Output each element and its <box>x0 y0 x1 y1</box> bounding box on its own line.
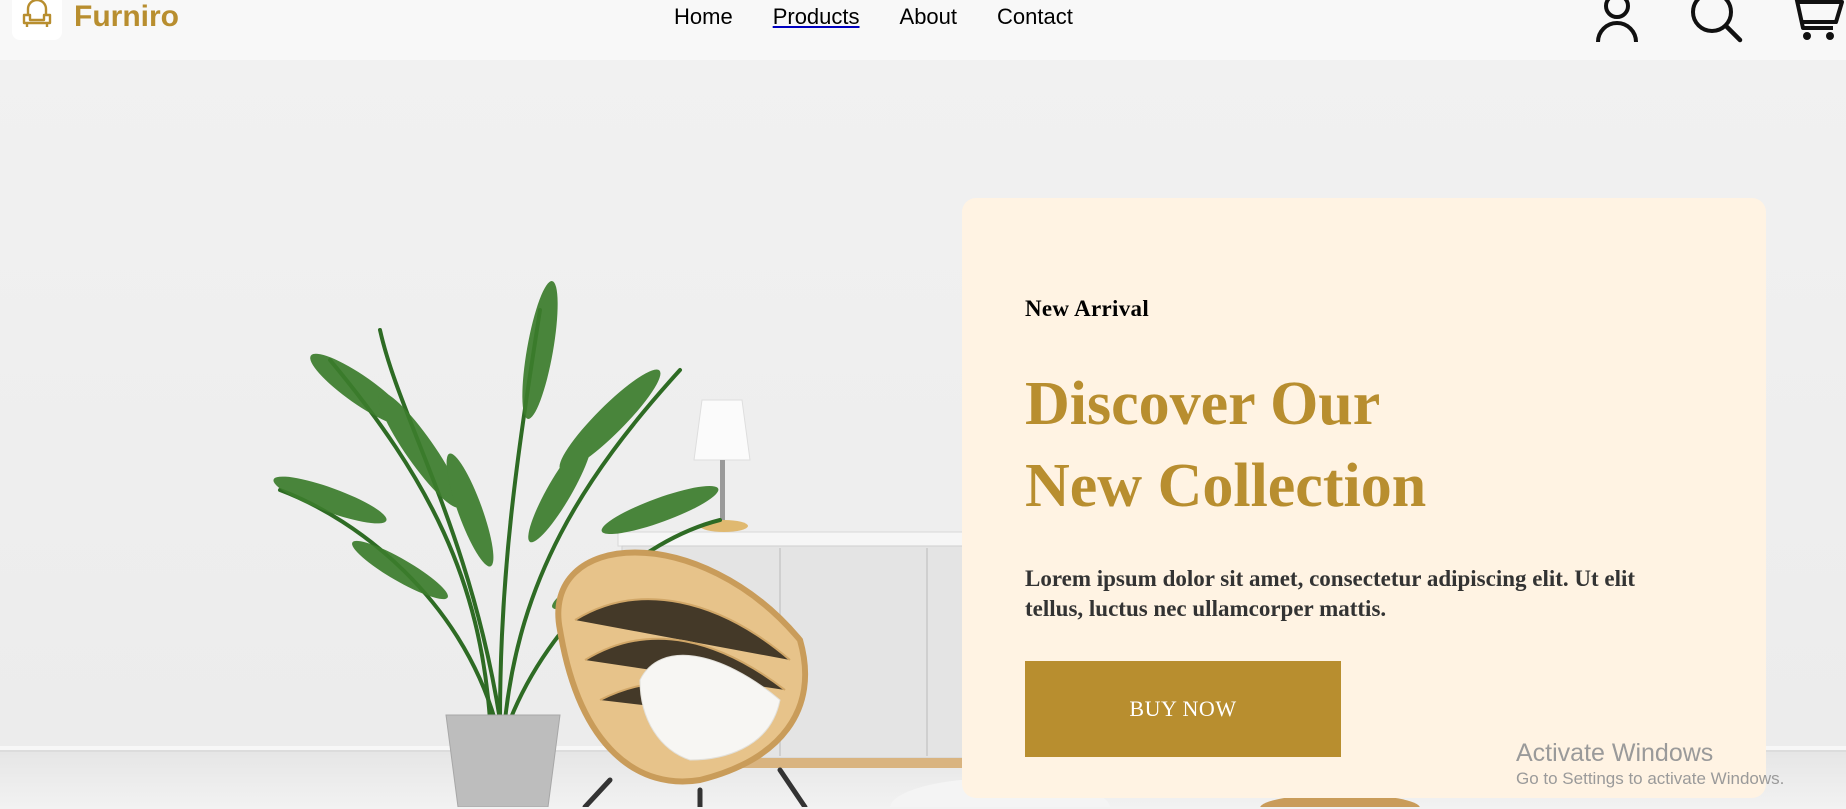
brand-name[interactable]: Furniro <box>74 0 179 34</box>
nav-home[interactable]: Home <box>674 0 733 34</box>
table-lamp <box>693 399 751 532</box>
nav-about[interactable]: About <box>900 0 958 34</box>
armchair-logo-icon <box>22 0 52 27</box>
hero-headline-line1: Discover Our <box>1025 370 1381 438</box>
cart-icon[interactable] <box>1786 0 1846 46</box>
logo[interactable] <box>12 0 62 40</box>
hero-card: New Arrival Discover Our New Collection … <box>962 198 1766 798</box>
nav-products[interactable]: Products <box>773 0 860 34</box>
hero-headline: Discover Our New Collection <box>1025 363 1426 527</box>
hero-section: New Arrival Discover Our New Collection … <box>0 60 1846 809</box>
user-icon[interactable] <box>1592 0 1642 44</box>
hero-eyebrow: New Arrival <box>1025 296 1150 321</box>
buy-now-button[interactable]: BUY NOW <box>1025 661 1341 757</box>
watermark-title: Activate Windows <box>1516 739 1714 767</box>
main-nav: Home Products About Contact <box>674 0 1113 34</box>
watermark-subtitle: Go to Settings to activate Windows. <box>1516 769 1785 788</box>
hero-headline-line2: New Collection <box>1025 452 1427 520</box>
hero-description: Lorem ipsum dolor sit amet, consectetur … <box>1025 566 1636 621</box>
activate-windows-watermark: Activate Windows Go to Settings to activ… <box>1516 738 1784 790</box>
search-icon[interactable] <box>1688 0 1744 46</box>
site-header: Furniro Home Products About Contact <box>0 0 1846 60</box>
nav-contact[interactable]: Contact <box>997 0 1073 34</box>
